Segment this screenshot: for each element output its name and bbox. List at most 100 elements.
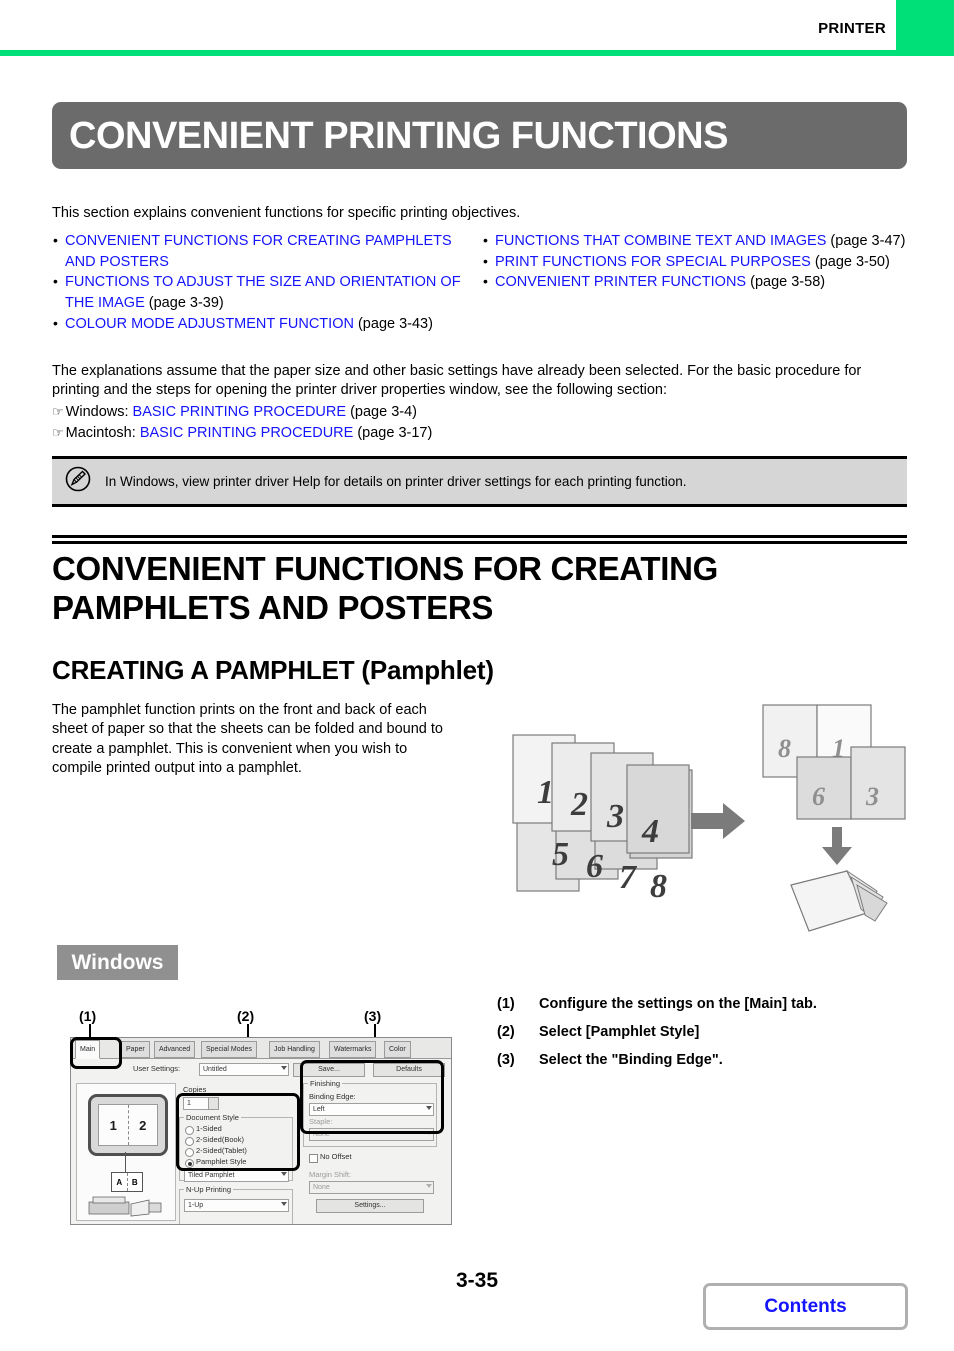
label-1-sided: 1-Sided <box>196 1124 222 1133</box>
link-item[interactable]: PRINT FUNCTIONS FOR SPECIAL PURPOSES (pa… <box>482 251 912 273</box>
instruction-item: (3) Select the "Binding Edge". <box>497 1052 917 1068</box>
binding-edge-select[interactable]: Left <box>309 1103 434 1116</box>
tab-main[interactable]: Main <box>75 1040 101 1059</box>
link-text[interactable]: FUNCTIONS THAT COMBINE TEXT AND IMAGES <box>495 233 826 249</box>
tab-watermarks[interactable]: Watermarks <box>329 1041 377 1058</box>
result-sheet-back: 6 3 <box>796 746 906 820</box>
result-page-3: 3 <box>865 782 879 811</box>
link-item[interactable]: FUNCTIONS THAT COMBINE TEXT AND IMAGES (… <box>482 230 912 252</box>
procedure-page-ref: (page 3-17) <box>353 424 433 441</box>
link-page-ref: (page 3-43) <box>353 315 433 332</box>
sub-heading: CREATING A PAMPHLET (Pamphlet) <box>52 655 494 685</box>
no-offset-checkbox[interactable] <box>309 1154 318 1163</box>
chevron-down-icon[interactable] <box>426 1131 432 1135</box>
link-text[interactable]: CONVENIENT FUNCTIONS FOR CREATING PAMPHL… <box>65 233 452 270</box>
finishing-title: Finishing <box>308 1079 343 1088</box>
printer-driver-dialog[interactable]: Main Paper Advanced Special Modes Job Ha… <box>70 1037 452 1225</box>
link-text[interactable]: PRINT FUNCTIONS FOR SPECIAL PURPOSES <box>495 254 811 270</box>
pencil-note-icon <box>65 466 91 497</box>
instruction-text: Configure the settings on the [Main] tab… <box>539 996 817 1012</box>
label-pamphlet-style: Pamphlet Style <box>196 1157 247 1166</box>
tab-color[interactable]: Color <box>384 1041 411 1058</box>
instruction-item: (1) Configure the settings on the [Main]… <box>497 996 917 1012</box>
preview-side-b: B <box>131 1177 138 1187</box>
link-text[interactable]: FUNCTIONS TO ADJUST THE SIZE AND ORIENTA… <box>65 274 461 311</box>
link-text[interactable]: COLOUR MODE ADJUSTMENT FUNCTION <box>65 316 354 332</box>
page-number-2: 2 <box>570 786 588 823</box>
staple-select[interactable]: None <box>309 1128 434 1141</box>
page-number-7: 7 <box>619 859 638 896</box>
pamphlet-description: The pamphlet function prints on the fron… <box>52 702 443 777</box>
procedure-link[interactable]: BASIC PRINTING PROCEDURE <box>133 404 347 420</box>
radio-2-sided-book[interactable] <box>185 1137 194 1146</box>
chevron-down-icon[interactable] <box>281 1202 287 1206</box>
margin-shift-settings-button[interactable]: Settings... <box>316 1199 424 1213</box>
tab-paper[interactable]: Paper <box>121 1041 150 1058</box>
contents-button[interactable]: Contents <box>703 1283 908 1330</box>
chevron-down-icon[interactable] <box>426 1184 432 1188</box>
explanation-paragraph: The explanations assume that the paper s… <box>52 363 862 399</box>
dialog-body: User Settings: Untitled Save... Defaults… <box>71 1059 451 1224</box>
copies-stepper[interactable] <box>208 1097 219 1110</box>
margin-shift-select[interactable]: None <box>309 1181 434 1194</box>
dialog-tab-strip[interactable]: Main Paper Advanced Special Modes Job Ha… <box>71 1038 451 1059</box>
link-item[interactable]: CONVENIENT PRINTER FUNCTIONS (page 3-58) <box>482 271 912 293</box>
link-item[interactable]: COLOUR MODE ADJUSTMENT FUNCTION (page 3-… <box>52 313 482 335</box>
page-number-3: 3 <box>606 798 624 835</box>
nup-printing-title: N-Up Printing <box>184 1185 234 1194</box>
user-settings-select[interactable]: Untitled <box>199 1063 289 1076</box>
link-column-left: CONVENIENT FUNCTIONS FOR CREATING PAMPHL… <box>52 230 482 335</box>
chevron-down-icon[interactable] <box>426 1106 432 1110</box>
procedure-page-ref: (page 3-4) <box>346 403 417 420</box>
defaults-button[interactable]: Defaults <box>373 1063 445 1077</box>
instruction-number: (1) <box>497 996 515 1012</box>
radio-pamphlet-style[interactable] <box>185 1159 194 1168</box>
callout-label-1: (1) <box>79 1008 97 1024</box>
section-heading: CONVENIENT FUNCTIONS FOR CREATING PAMPHL… <box>52 550 718 626</box>
save-button[interactable]: Save... <box>293 1063 365 1077</box>
source-sheet-stack: 1 2 3 4 5 6 7 8 <box>512 734 693 905</box>
chevron-down-icon[interactable] <box>281 1172 287 1176</box>
result-page-8: 8 <box>778 734 791 763</box>
label-2-sided-tablet: 2-Sided(Tablet) <box>196 1146 247 1155</box>
instruction-text: Select [Pamphlet Style] <box>539 1024 700 1040</box>
tab-job-handling[interactable]: Job Handling <box>269 1041 320 1058</box>
link-item[interactable]: FUNCTIONS TO ADJUST THE SIZE AND ORIENTA… <box>52 271 482 313</box>
radio-1-sided[interactable] <box>185 1126 194 1135</box>
user-settings-label: User Settings: <box>133 1064 181 1073</box>
nup-printing-value: 1-Up <box>188 1202 204 1209</box>
staple-value: None <box>313 1131 330 1138</box>
instruction-number: (3) <box>497 1052 515 1068</box>
chevron-down-icon[interactable] <box>281 1066 287 1070</box>
user-settings-value: Untitled <box>203 1066 227 1073</box>
page-number-5: 5 <box>552 836 569 873</box>
printer-device-icon <box>88 1196 162 1217</box>
tab-special-modes[interactable]: Special Modes <box>201 1041 257 1058</box>
tab-advanced[interactable]: Advanced <box>154 1041 196 1058</box>
label-2-sided-book: 2-Sided(Book) <box>196 1135 244 1144</box>
result-page-6: 6 <box>812 782 825 811</box>
intro-paragraph: This section explains convenient functio… <box>52 205 521 221</box>
callout-label-3: (3) <box>364 1008 382 1024</box>
page-header: PRINTER <box>0 0 954 56</box>
pamphlet-type-select[interactable]: Tiled Pamphlet <box>184 1169 289 1182</box>
page-title: CONVENIENT PRINTING FUNCTIONS <box>69 114 728 157</box>
margin-shift-value: None <box>313 1184 330 1191</box>
header-accent-rule <box>0 50 896 56</box>
section-label: PRINTER <box>818 20 886 37</box>
contents-button-label: Contents <box>764 1295 847 1317</box>
nup-printing-select[interactable]: 1-Up <box>184 1199 289 1212</box>
page-number-4: 4 <box>641 813 659 850</box>
binding-edge-value: Left <box>313 1106 325 1113</box>
pointing-hand-icon: ☞ <box>52 424 64 440</box>
procedure-link[interactable]: BASIC PRINTING PROCEDURE <box>140 425 354 441</box>
instruction-item: (2) Select [Pamphlet Style] <box>497 1024 917 1040</box>
page-title-bar: CONVENIENT PRINTING FUNCTIONS <box>52 102 907 169</box>
right-arrow-icon <box>691 803 745 839</box>
radio-2-sided-tablet[interactable] <box>185 1148 194 1157</box>
preview-page-1: 1 <box>99 1105 129 1145</box>
link-text[interactable]: CONVENIENT PRINTER FUNCTIONS <box>495 274 746 290</box>
link-item[interactable]: CONVENIENT FUNCTIONS FOR CREATING PAMPHL… <box>52 230 482 272</box>
down-arrow-icon <box>822 827 852 865</box>
staple-label: Staple: <box>309 1117 333 1126</box>
